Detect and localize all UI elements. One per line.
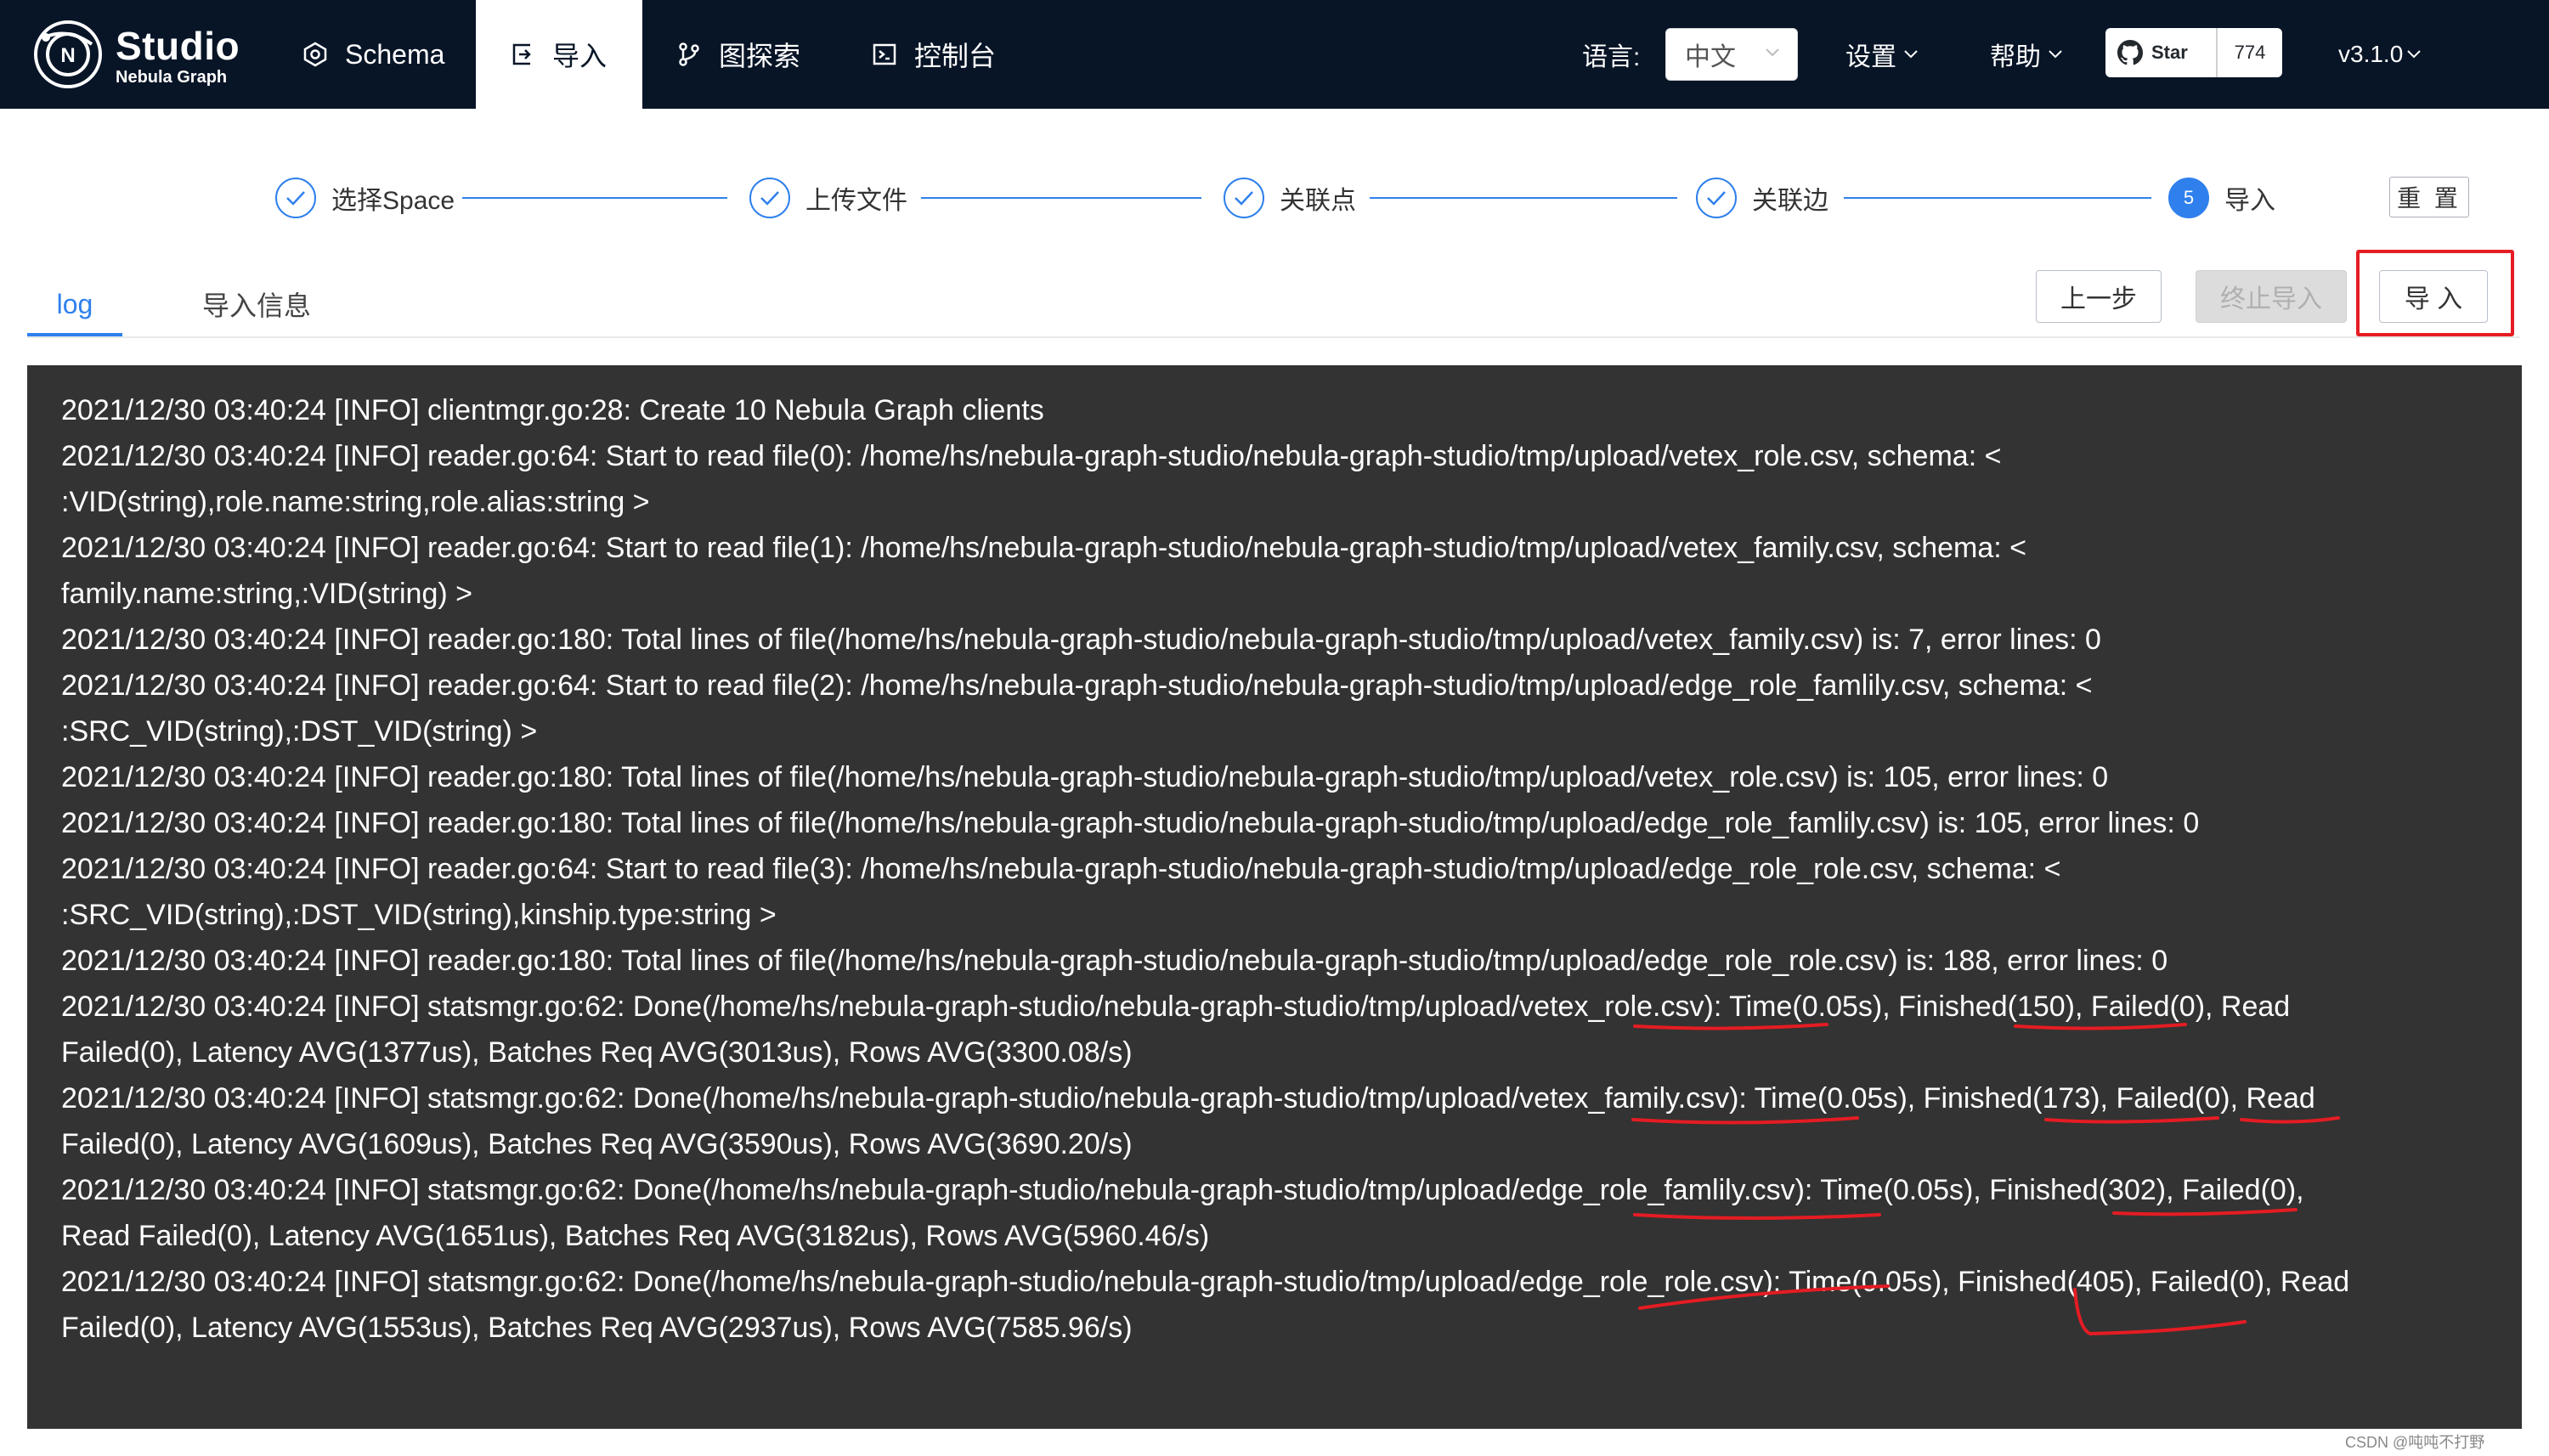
log-line: 2021/12/30 03:40:24 [INFO] statsmgr.go:6… <box>61 1266 2350 1298</box>
log-line: 2021/12/30 03:40:24 [INFO] reader.go:180… <box>61 945 2168 977</box>
log-line: Failed(0), Latency AVG(1553us), Batches … <box>61 1312 1133 1344</box>
log-line: 2021/12/30 03:40:24 [INFO] statsmgr.go:6… <box>61 990 2291 1023</box>
step-connector <box>462 197 727 199</box>
step-connector <box>1844 197 2151 199</box>
step-import: 5 导入 <box>2168 174 2275 222</box>
svg-text:N: N <box>60 44 75 67</box>
step-map-edges: 关联边 <box>1696 174 1828 222</box>
log-line: 2021/12/30 03:40:24 [INFO] statsmgr.go:6… <box>61 1082 2315 1115</box>
log-line: :SRC_VID(string),:DST_VID(string) > <box>61 715 538 748</box>
log-line: 2021/12/30 03:40:24 [INFO] reader.go:64:… <box>61 532 2027 564</box>
version-menu[interactable]: v3.1.0 <box>2338 0 2422 109</box>
check-icon <box>1696 178 1737 218</box>
log-line: 2021/12/30 03:40:24 [INFO] reader.go:64:… <box>61 440 2002 472</box>
step-label: 选择Space <box>331 187 455 215</box>
brand-title: Studio <box>116 24 240 68</box>
brand[interactable]: Studio Nebula Graph <box>116 25 240 87</box>
log-line: :SRC_VID(string),:DST_VID(string),kinshi… <box>61 899 777 931</box>
help-menu[interactable]: 帮助 <box>1990 0 2063 109</box>
nav-schema[interactable]: Schema <box>302 0 472 109</box>
branch-icon <box>679 42 699 66</box>
nav-import-label: 导入 <box>552 41 608 71</box>
version-label: v3.1.0 <box>2338 41 2404 67</box>
settings-label: 设置 <box>1845 43 1896 71</box>
language-label: 语言: <box>1582 43 1641 71</box>
nebula-logo-icon[interactable]: N <box>32 19 104 90</box>
check-icon <box>1224 178 1264 218</box>
nav-schema-label: Schema <box>345 38 445 70</box>
chevron-down-icon <box>1904 50 1918 59</box>
step-connector <box>921 197 1201 199</box>
github-star[interactable]: Star <box>2105 28 2218 77</box>
settings-menu[interactable]: 设置 <box>1845 0 1919 109</box>
step-map-vertices: 关联点 <box>1224 174 1356 222</box>
help-label: 帮助 <box>1990 43 2041 71</box>
top-navbar: N Studio Nebula Graph Schema 导入 图探索 控制台 … <box>0 0 2549 109</box>
log-line: 2021/12/30 03:40:24 [INFO] reader.go:180… <box>61 624 2101 656</box>
nav-explore-label: 图探索 <box>719 41 801 71</box>
tabs-divider <box>27 336 2520 338</box>
log-line: 2021/12/30 03:40:24 [INFO] reader.go:180… <box>61 761 2109 793</box>
step-select-space: 选择Space <box>275 174 455 222</box>
step-label: 导入 <box>2224 187 2275 215</box>
tab-import-info[interactable]: 导入信息 <box>202 270 311 338</box>
log-line: 2021/12/30 03:40:24 [INFO] statsmgr.go:6… <box>61 1174 2304 1206</box>
step-number: 5 <box>2168 178 2209 218</box>
github-star-count[interactable]: 774 <box>2218 28 2282 77</box>
import-icon <box>512 43 531 65</box>
log-panel[interactable]: 2021/12/30 03:40:24 [INFO] clientmgr.go:… <box>27 365 2522 1429</box>
stop-import-button[interactable]: 终止导入 <box>2196 270 2347 323</box>
step-label: 上传文件 <box>805 187 907 215</box>
watermark: CSDN @吨吨不打野 <box>2345 1434 2485 1451</box>
check-icon <box>749 178 790 218</box>
highlight-box <box>2356 250 2514 336</box>
log-line: family.name:string,:VID(string) > <box>61 578 473 610</box>
log-line: 2021/12/30 03:40:24 [INFO] reader.go:64:… <box>61 669 2093 702</box>
terminal-icon <box>873 43 896 65</box>
language-select[interactable]: 中文 <box>1665 28 1798 81</box>
nav-explore[interactable]: 图探索 <box>676 0 846 109</box>
tab-log[interactable]: log <box>27 270 122 338</box>
schema-icon <box>303 42 327 67</box>
log-line: Read Failed(0), Latency AVG(1651us), Bat… <box>61 1220 1210 1252</box>
step-connector <box>1370 197 1677 199</box>
chevron-down-icon <box>1766 48 1779 57</box>
log-line: 2021/12/30 03:40:24 [INFO] clientmgr.go:… <box>61 394 1044 426</box>
previous-step-button[interactable]: 上一步 <box>2036 270 2162 323</box>
log-line: Failed(0), Latency AVG(1377us), Batches … <box>61 1036 1133 1069</box>
nav-console[interactable]: 控制台 <box>872 0 1042 109</box>
log-line: :VID(string),role.name:string,role.alias… <box>61 486 650 518</box>
chevron-down-icon <box>2049 50 2062 59</box>
github-star-label: Star <box>2151 42 2188 63</box>
step-label: 关联边 <box>1752 187 1828 215</box>
nav-console-label: 控制台 <box>914 41 997 71</box>
nav-import[interactable]: 导入 <box>476 0 642 109</box>
step-label: 关联点 <box>1280 187 1356 215</box>
log-line: 2021/12/30 03:40:24 [INFO] reader.go:64:… <box>61 853 2061 885</box>
check-icon <box>275 178 316 218</box>
chevron-down-icon <box>2407 50 2421 59</box>
github-icon <box>2117 40 2143 65</box>
brand-subtitle: Nebula Graph <box>116 68 228 87</box>
log-line: 2021/12/30 03:40:24 [INFO] reader.go:180… <box>61 807 2200 839</box>
log-line: Failed(0), Latency AVG(1609us), Batches … <box>61 1128 1133 1160</box>
log-output: 2021/12/30 03:40:24 [INFO] clientmgr.go:… <box>61 387 2491 1351</box>
language-value: 中文 <box>1685 43 1736 71</box>
reset-button[interactable]: 重 置 <box>2389 177 2469 217</box>
github-star-button[interactable]: Star 774 <box>2105 28 2282 77</box>
step-upload-file: 上传文件 <box>749 174 907 222</box>
